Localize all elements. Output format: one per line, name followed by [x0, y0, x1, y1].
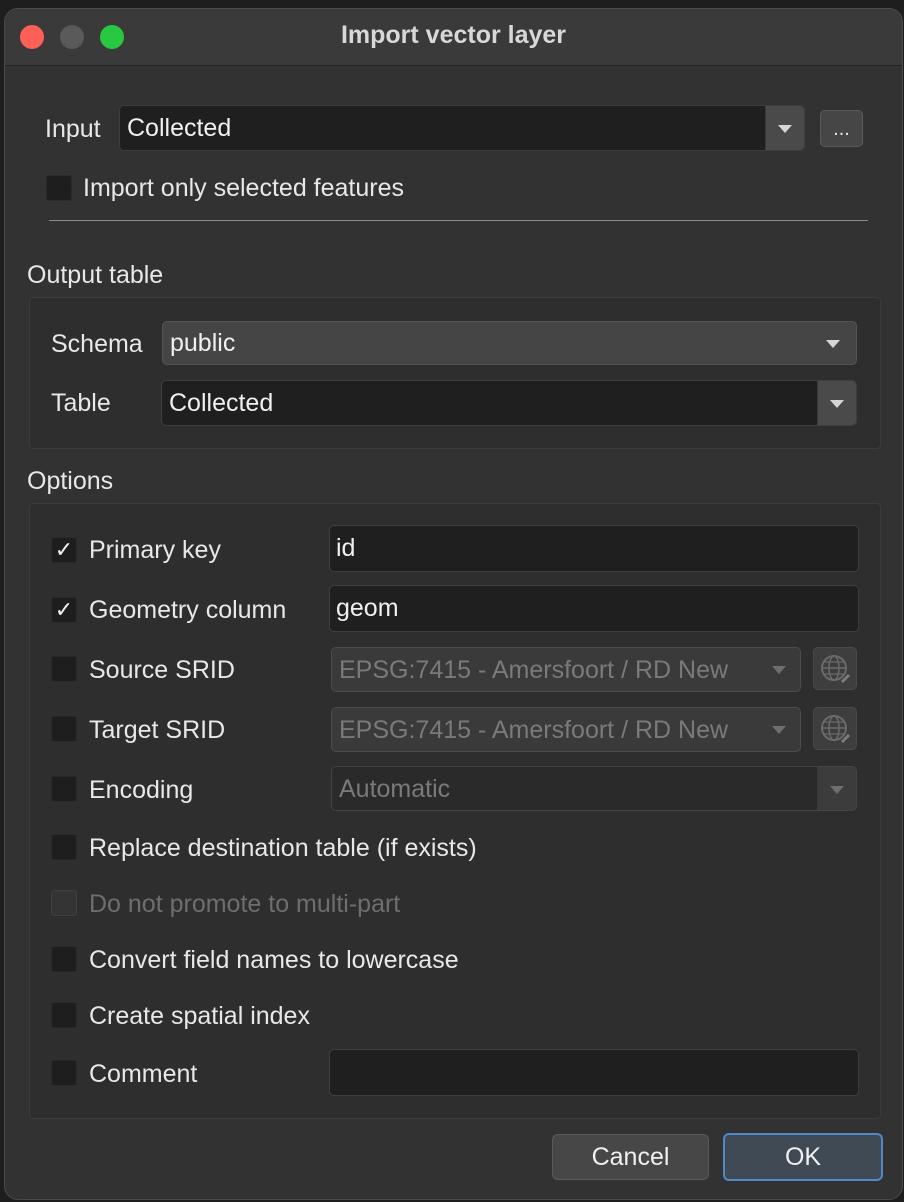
source-srid-label: Source SRID	[89, 656, 235, 684]
title-bar: Import vector layer	[5, 9, 902, 66]
geometry-column-checkbox[interactable]: ✓	[51, 597, 77, 623]
globe-icon	[821, 715, 850, 743]
divider	[49, 220, 868, 221]
comment-label: Comment	[89, 1060, 198, 1088]
target-srid-label: Target SRID	[89, 716, 226, 744]
source-srid-crs-selector-button[interactable]	[813, 647, 857, 690]
encoding-dropdown-button[interactable]	[817, 767, 856, 810]
lowercase-fields-checkbox[interactable]	[51, 946, 77, 972]
input-layer-value: Collected	[127, 114, 232, 142]
input-layer-dropdown-button[interactable]	[765, 106, 804, 150]
schema-combo[interactable]: public	[162, 321, 857, 365]
source-srid-combo[interactable]: EPSG:7415 - Amersfoort / RD New	[331, 647, 801, 692]
geometry-column-label: Geometry column	[89, 596, 287, 624]
browse-input-button[interactable]: ...	[820, 110, 863, 147]
encoding-checkbox[interactable]	[51, 776, 77, 802]
primary-key-label: Primary key	[89, 536, 221, 564]
ok-button[interactable]: OK	[723, 1133, 883, 1181]
output-table-heading: Output table	[27, 261, 164, 289]
no-promote-multipart-checkbox[interactable]	[51, 890, 77, 916]
schema-value: public	[170, 329, 236, 357]
lowercase-fields-label: Convert field names to lowercase	[89, 946, 459, 974]
options-heading: Options	[27, 467, 114, 495]
target-srid-checkbox[interactable]	[51, 716, 77, 742]
chevron-down-icon	[830, 786, 844, 794]
encoding-label: Encoding	[89, 776, 194, 804]
comment-checkbox[interactable]	[51, 1060, 77, 1086]
source-srid-value: EPSG:7415 - Amersfoort / RD New	[339, 656, 729, 684]
replace-table-checkbox[interactable]	[51, 834, 77, 860]
comment-input[interactable]	[329, 1049, 859, 1096]
chevron-down-icon	[826, 340, 840, 348]
primary-key-input[interactable]: id	[329, 525, 859, 572]
target-srid-combo[interactable]: EPSG:7415 - Amersfoort / RD New	[331, 707, 801, 752]
output-table-group	[29, 297, 881, 449]
input-label: Input	[45, 115, 101, 143]
target-srid-crs-selector-button[interactable]	[813, 707, 857, 750]
table-label: Table	[51, 389, 111, 417]
target-srid-value: EPSG:7415 - Amersfoort / RD New	[339, 716, 729, 744]
spatial-index-label: Create spatial index	[89, 1002, 310, 1030]
window-title: Import vector layer	[340, 21, 567, 49]
spatial-index-checkbox[interactable]	[51, 1002, 77, 1028]
chevron-down-icon	[772, 666, 786, 674]
primary-key-checkbox[interactable]: ✓	[51, 537, 77, 563]
table-name-value: Collected	[169, 389, 274, 417]
import-selected-only-checkbox[interactable]	[46, 175, 72, 201]
table-name-dropdown-button[interactable]	[817, 381, 856, 425]
table-name-combo[interactable]: Collected	[161, 380, 857, 426]
chevron-down-icon	[772, 726, 786, 734]
no-promote-multipart-label: Do not promote to multi-part	[89, 890, 401, 918]
encoding-value: Automatic	[339, 775, 451, 803]
import-vector-layer-dialog: Import vector layer Input Collected ... …	[4, 8, 903, 1200]
import-selected-only-label: Import only selected features	[83, 174, 404, 202]
schema-label: Schema	[51, 330, 143, 358]
chevron-down-icon	[778, 125, 792, 133]
source-srid-checkbox[interactable]	[51, 656, 77, 682]
input-layer-combo[interactable]: Collected	[119, 105, 805, 151]
geometry-column-input[interactable]: geom	[329, 585, 859, 632]
replace-table-label: Replace destination table (if exists)	[89, 834, 477, 862]
globe-icon	[821, 655, 850, 683]
chevron-down-icon	[830, 400, 844, 408]
cancel-button[interactable]: Cancel	[552, 1134, 709, 1180]
encoding-combo[interactable]: Automatic	[331, 766, 857, 811]
